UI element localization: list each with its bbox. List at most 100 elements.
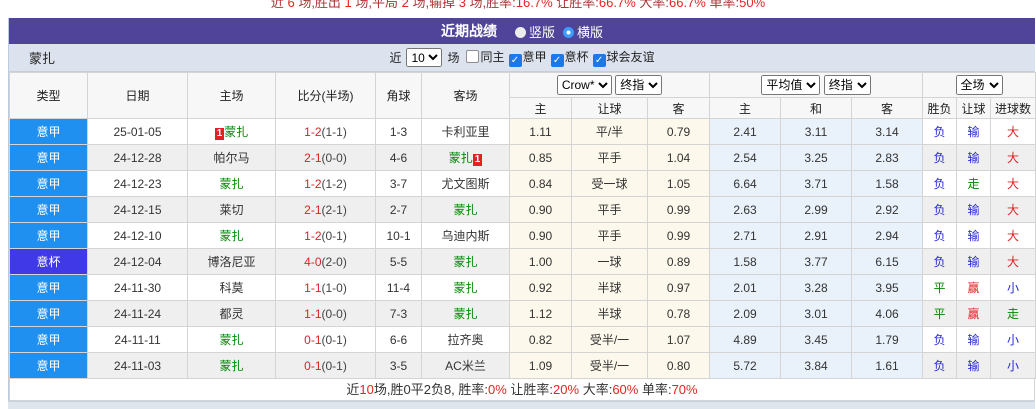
- cell-home-team: 1蒙扎: [188, 119, 276, 145]
- team-name: 博洛尼亚: [207, 255, 255, 269]
- cell-handicap: 受半/一: [572, 327, 648, 353]
- halftime-score: (2-0): [322, 255, 347, 269]
- cell-result: 平: [923, 301, 957, 327]
- subcol-away-odds: 客: [648, 98, 710, 119]
- cell-corners: 6-6: [376, 327, 422, 353]
- cell-away-odds: 1.07: [648, 327, 710, 353]
- checkbox-同主[interactable]: [466, 50, 479, 63]
- avg-time-select[interactable]: 终指: [824, 75, 871, 95]
- team-name: 蒙扎: [219, 359, 243, 373]
- cell-home-team: 蒙扎: [188, 171, 276, 197]
- layout-radio-group: 竖版横版: [507, 22, 603, 41]
- cell-score: 1-2(0-1): [276, 223, 376, 249]
- cell-avg-home: 5.72: [710, 353, 781, 379]
- cell-avg-draw: 3.84: [781, 353, 852, 379]
- col-header-type: 类型: [10, 73, 88, 119]
- cell-handicap-result: 输: [957, 327, 991, 353]
- radio-label: 竖版: [529, 25, 555, 40]
- cell-date: 24-12-10: [88, 223, 188, 249]
- cell-corners: 11-4: [376, 275, 422, 301]
- cell-result: 负: [923, 171, 957, 197]
- team-name: 蒙扎: [224, 125, 248, 139]
- filter-controls: 近 10 场 同主✓意甲✓意杯✓球会友谊: [389, 48, 654, 67]
- subcol-avg-draw: 和: [781, 98, 852, 119]
- bottom-strip: [8, 401, 1035, 409]
- cell-avg-home: 2.01: [710, 275, 781, 301]
- recent-prefix-label: 近: [389, 49, 401, 66]
- cell-avg-away: 4.06: [852, 301, 923, 327]
- table-body: 意甲25-01-051蒙扎1-2(1-1)1-3卡利亚里1.11平/半0.792…: [10, 119, 1036, 379]
- table-row: 意甲24-12-10蒙扎1-2(0-1)10-1乌迪内斯0.90平手0.992.…: [10, 223, 1036, 249]
- bookmaker-select[interactable]: Crow*: [557, 75, 612, 95]
- table-row: 意甲24-11-11蒙扎0-1(0-1)6-6拉齐奥0.82受半/一1.074.…: [10, 327, 1036, 353]
- halftime-score: (1-1): [322, 125, 347, 139]
- cell-goals-result: 走: [991, 301, 1036, 327]
- cell-handicap-result: 输: [957, 353, 991, 379]
- fulltime-score: 0-1: [304, 359, 321, 373]
- horizontal-layout-radio[interactable]: [563, 27, 574, 38]
- rank-badge: 1: [215, 128, 225, 140]
- cell-home-team: 科莫: [188, 275, 276, 301]
- team-name: 蒙扎: [219, 333, 243, 347]
- checkbox-球会友谊[interactable]: ✓: [593, 54, 606, 67]
- cell-result: 负: [923, 197, 957, 223]
- cell-away-odds: 1.05: [648, 171, 710, 197]
- scope-select[interactable]: 全场: [956, 75, 1003, 95]
- cell-avg-draw: 3.11: [781, 119, 852, 145]
- cell-avg-draw: 3.25: [781, 145, 852, 171]
- summary-row: 近10场,胜0平2负8, 胜率:0% 让胜率:20% 大率:60% 单率:70%: [9, 379, 1035, 401]
- cell-avg-away: 1.58: [852, 171, 923, 197]
- cell-home-odds: 0.90: [510, 223, 572, 249]
- fulltime-score: 1-2: [304, 177, 321, 191]
- table-group-header-row: 类型 日期 主场 比分(半场) 角球 客场 Crow* 终指 平均值 终指 全场: [10, 73, 1036, 98]
- recent-count-select[interactable]: 10: [406, 48, 442, 67]
- cell-handicap-result: 走: [957, 171, 991, 197]
- cell-away-team: 蒙扎: [422, 197, 510, 223]
- table-row: 意杯24-12-04博洛尼亚4-0(2-0)5-5蒙扎1.00一球0.891.5…: [10, 249, 1036, 275]
- cell-corners: 5-5: [376, 249, 422, 275]
- cell-goals-result: 大: [991, 249, 1036, 275]
- subcol-handicap-result: 让球: [957, 98, 991, 119]
- cell-handicap-result: 赢: [957, 275, 991, 301]
- cell-score: 1-2(1-1): [276, 119, 376, 145]
- cell-handicap-result: 输: [957, 119, 991, 145]
- cell-goals-result: 大: [991, 197, 1036, 223]
- team-name: 蒙扎: [453, 281, 477, 295]
- cell-handicap: 一球: [572, 249, 648, 275]
- vertical-layout-radio[interactable]: [515, 27, 526, 38]
- checkbox-意杯[interactable]: ✓: [551, 54, 564, 67]
- table-row: 意甲24-12-28帕尔马2-1(0-0)4-6蒙扎10.85平手1.042.5…: [10, 145, 1036, 171]
- cell-home-team: 博洛尼亚: [188, 249, 276, 275]
- cell-home-odds: 0.82: [510, 327, 572, 353]
- cell-result: 负: [923, 119, 957, 145]
- team-name: 乌迪内斯: [441, 229, 489, 243]
- checkbox-意甲[interactable]: ✓: [509, 54, 522, 67]
- cell-away-odds: 1.04: [648, 145, 710, 171]
- result-group-header: 全场: [923, 73, 1036, 98]
- cell-corners: 2-7: [376, 197, 422, 223]
- cell-handicap-result: 赢: [957, 301, 991, 327]
- cell-date: 25-01-05: [88, 119, 188, 145]
- team-name: 蒙扎: [453, 255, 477, 269]
- cell-away-team: 蒙扎: [422, 275, 510, 301]
- table-row: 意甲24-11-03蒙扎0-1(0-1)3-5AC米兰1.09受半/一0.805…: [10, 353, 1036, 379]
- cell-handicap: 受一球: [572, 171, 648, 197]
- odds-time-select[interactable]: 终指: [615, 75, 662, 95]
- checkbox-label: 意杯: [565, 50, 589, 64]
- avg-source-select[interactable]: 平均值: [761, 75, 820, 95]
- checkbox-label: 球会友谊: [607, 50, 655, 64]
- cell-avg-away: 2.92: [852, 197, 923, 223]
- cell-date: 24-12-28: [88, 145, 188, 171]
- cell-competition: 意甲: [10, 171, 88, 197]
- halftime-score: (0-1): [322, 359, 347, 373]
- cell-corners: 10-1: [376, 223, 422, 249]
- stats-text: 近 6 场,胜出 1 场,平局 2 场,输掉 3 场,胜率:16.7% 让胜率:…: [0, 0, 1036, 12]
- cell-home-team: 蒙扎: [188, 353, 276, 379]
- cell-away-odds: 0.97: [648, 275, 710, 301]
- rank-badge: 1: [473, 154, 483, 166]
- subcol-handicap: 让球: [572, 98, 648, 119]
- cell-away-team: 蒙扎: [422, 301, 510, 327]
- fulltime-score: 4-0: [304, 255, 321, 269]
- cell-goals-result: 小: [991, 327, 1036, 353]
- recent-results-table: 类型 日期 主场 比分(半场) 角球 客场 Crow* 终指 平均值 终指 全场: [9, 72, 1036, 379]
